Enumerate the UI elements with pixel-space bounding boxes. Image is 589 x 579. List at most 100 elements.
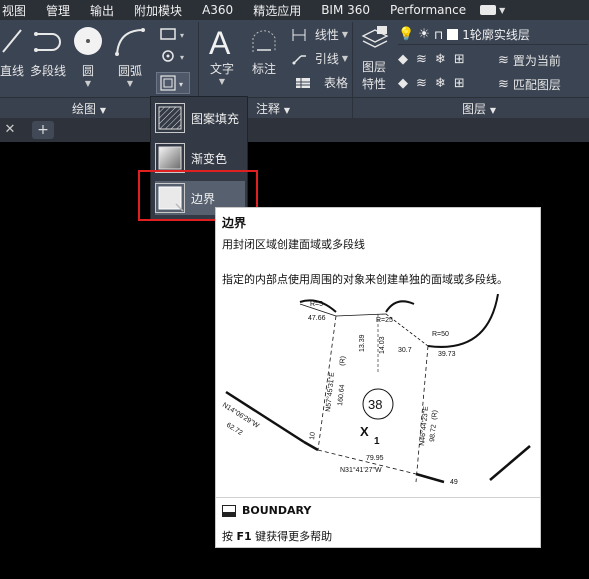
tooltip-description: 指定的内部点使用周围的对象来创建单独的面域或多段线。 [222, 273, 508, 286]
set-current-button[interactable]: ≋ 置为当前 [498, 52, 588, 69]
arc-tool-button[interactable]: 圆弧 ▼ [112, 26, 148, 88]
text-icon: A [209, 25, 231, 58]
layer-thaw-icon[interactable]: ❄ [435, 76, 446, 91]
hatch-gear-icon: ▾ [162, 50, 184, 62]
illus-label-4766: 47.66 [308, 315, 326, 322]
ribbon-panel-bar: 绘图 ▼ 注释 ▼ 图层 ▼ [0, 98, 589, 118]
leader-button[interactable]: 引线 ▼ [286, 50, 348, 67]
menu-performance[interactable]: Performance [380, 3, 476, 17]
set-current-icon: ≋ [498, 53, 509, 68]
line-icon [2, 29, 22, 53]
tooltip-help-suffix: 键获得更多帮助 [255, 530, 333, 543]
tooltip-divider [216, 497, 540, 498]
illus-label-9872: 98.72 [429, 424, 438, 442]
text-label: 文字 [209, 62, 234, 76]
layer-properties-label-2: 特性 [361, 77, 386, 91]
table-button[interactable]: 表格 [286, 74, 348, 91]
layer-tools-row-1: ◆ ≋ ❄ ⊞ [398, 52, 498, 67]
menu-view[interactable]: 视图 [0, 2, 36, 19]
menu-output[interactable]: 输出 [80, 2, 124, 19]
layer-lock-icon[interactable]: ⊞ [454, 52, 465, 67]
tooltip-command-name: BOUNDARY [242, 504, 312, 517]
table-label: 表格 [323, 76, 348, 90]
menu-a360[interactable]: A360 [192, 3, 243, 17]
layer-tools-row-2: ◆ ≋ ❄ ⊞ [398, 76, 498, 91]
chevron-down-icon: ▼ [489, 106, 496, 115]
ribbon-options-button[interactable]: ▼ [480, 5, 505, 15]
layer-properties-button[interactable]: 图层 特性 [356, 24, 392, 92]
dimension-icon [252, 30, 276, 52]
chevron-down-icon: ▼ [341, 54, 348, 63]
illus-label-1339: 13.39 [359, 334, 366, 352]
chevron-down-icon: ▼ [99, 106, 106, 115]
illus-label-6272: 62.72 [225, 422, 244, 437]
ribbon-toggle-icon [480, 5, 497, 15]
chevron-down-icon: ▼ [283, 106, 290, 115]
layer-freeze-icon[interactable]: ❄ [435, 52, 446, 67]
rectangle-icon: ▾ [160, 28, 184, 40]
linear-dimension-button[interactable]: 线性 ▼ [286, 26, 348, 43]
layer-on-icon[interactable]: ◆ [398, 76, 408, 91]
illus-label-16064: 160.64 [337, 384, 346, 406]
menu-featured-apps[interactable]: 精选应用 [243, 2, 311, 19]
annotation-panel-label: 注释 [256, 102, 281, 116]
boundary-tooltip: 边界 用封闭区域创建面域或多段线 指定的内部点使用周围的对象来创建单独的面域或多… [215, 207, 541, 548]
circle-tool-button[interactable]: 圆 ▼ [72, 26, 104, 88]
menu-addins[interactable]: 附加模块 [124, 2, 192, 19]
tooltip-help: 按 F1 键获得更多帮助 [222, 528, 332, 544]
arc-icon [115, 28, 145, 56]
draw-panel-label: 绘图 [72, 102, 97, 116]
match-layer-button[interactable]: ≋ 匹配图层 [498, 76, 588, 93]
illus-label-r25: R=25 [376, 317, 393, 324]
rectangle-tool-button[interactable]: ▾ [158, 26, 188, 42]
illus-label-r50: R=50 [432, 331, 449, 338]
menu-bim360[interactable]: BIM 360 [311, 3, 380, 17]
layer-isolate-icon[interactable]: ≋ [416, 52, 427, 67]
illus-label-10: 10 [309, 432, 317, 441]
line-tool-button[interactable]: 直线 [0, 26, 24, 79]
layers-panel-title[interactable]: 图层 ▼ [462, 100, 496, 117]
draw-panel-title[interactable]: 绘图 ▼ [72, 100, 106, 117]
ribbon-separator [352, 22, 353, 110]
chevron-down-icon: ▼ [499, 5, 506, 15]
illus-label-1403: 14.03 [379, 336, 386, 354]
polyline-tool-button[interactable]: 多段线 [28, 26, 68, 79]
command-line-icon [222, 504, 236, 517]
new-tab-button[interactable]: + [32, 121, 54, 139]
current-layer-name: 1轮廓实线层 [462, 28, 530, 42]
annotation-panel-title[interactable]: 注释 ▼ [256, 100, 290, 117]
dimension-tool-button[interactable]: 标注 [246, 24, 282, 77]
linear-label: 线性 [314, 28, 339, 42]
chevron-down-icon: ▼ [341, 30, 348, 39]
layer-color-swatch [447, 29, 459, 40]
illus-label-n31: N31°41'27"W [340, 466, 382, 474]
layer-row-divider [398, 44, 588, 45]
layer-off-icon[interactable]: ◆ [398, 52, 408, 67]
layer-properties-label-1: 图层 [361, 60, 386, 74]
lightbulb-icon: 💡 [398, 27, 415, 42]
table-icon [296, 77, 311, 88]
menu-item-hatch[interactable]: 图案填充 [155, 101, 245, 135]
arc-label: 圆弧 [117, 64, 142, 78]
linear-dimension-icon [292, 28, 306, 41]
leader-icon [292, 54, 306, 65]
layer-unisolate-icon[interactable]: ≋ [416, 76, 427, 91]
svg-text:▾: ▾ [180, 31, 184, 40]
layer-unlock-icon[interactable]: ⊞ [454, 76, 465, 91]
hatch-group-button[interactable]: ▾ [158, 48, 188, 64]
layer-selector[interactable]: 💡 ☀ ⊓ 1轮廓实线层 [398, 26, 588, 43]
hatch-dropdown-button[interactable]: ▾ [156, 72, 190, 94]
chevron-down-icon: ▼ [126, 79, 134, 88]
gradient-icon [155, 143, 185, 173]
menu-manage[interactable]: 管理 [36, 2, 80, 19]
layers-panel-label: 图层 [462, 102, 487, 116]
svg-text:A: A [209, 25, 231, 58]
unlock-icon: ⊓ [433, 27, 444, 42]
panel-separator [352, 98, 353, 118]
close-icon[interactable]: ✕ [2, 122, 18, 138]
dimension-label: 标注 [251, 62, 276, 76]
text-tool-button[interactable]: A 文字 ▼ [204, 24, 240, 86]
chevron-down-icon: ▼ [218, 77, 226, 86]
menu-item-hatch-label: 图案填充 [191, 111, 240, 126]
boundary-icon: ▾ [160, 75, 183, 91]
